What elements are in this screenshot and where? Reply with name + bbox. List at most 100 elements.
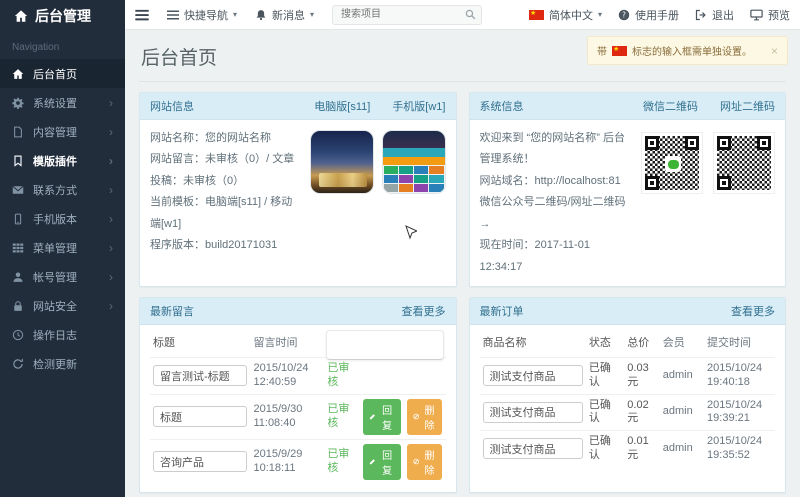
- sidebar-item-label: 后台首页: [33, 66, 77, 82]
- delete-button[interactable]: 删除: [407, 399, 442, 435]
- col-header: 留言时间: [250, 337, 324, 351]
- messages-menu[interactable]: 新消息 ▾: [255, 7, 314, 23]
- site-name-line: 网站名称：您的网站名称: [150, 128, 302, 149]
- sidebar-item-contact[interactable]: 联系方式 ›: [0, 175, 125, 204]
- view-more-link[interactable]: 查看更多: [402, 303, 446, 319]
- brand[interactable]: 后台管理: [0, 0, 125, 32]
- sidebar-item-label: 联系方式: [33, 182, 77, 198]
- message-row: 2015/10/24 12:40:59 已审核: [150, 357, 446, 394]
- question-circle-icon: ?: [618, 9, 630, 21]
- sidebar-item-templates[interactable]: 模版插件 ›: [0, 146, 125, 175]
- sidebar-item-security[interactable]: 网站安全 ›: [0, 291, 125, 320]
- sidebar-item-logs[interactable]: 操作日志: [0, 320, 125, 349]
- sidebar-toggle-icon[interactable]: [135, 9, 149, 21]
- panel-title: 最新订单: [480, 303, 524, 319]
- lock-icon: [12, 300, 24, 312]
- gear-icon: [12, 97, 24, 109]
- caret-down-icon: ▾: [598, 10, 602, 19]
- home-icon: [12, 68, 24, 80]
- order-time: 2015/10/24 19:35:52: [704, 435, 775, 463]
- sidebar-item-update[interactable]: 检测更新: [0, 349, 125, 378]
- order-status: 已确认: [586, 362, 624, 390]
- home-icon: [14, 9, 28, 23]
- alert-text: 标志的输入框需单独设置。: [632, 43, 752, 58]
- panel-title: 系统信息: [480, 98, 524, 114]
- wechat-icon: [665, 156, 681, 172]
- message-status: 已审核: [324, 448, 359, 476]
- table-icon: [12, 242, 24, 254]
- bell-icon: [255, 9, 267, 21]
- order-row: 已确认 0.01 元 admin 2015/10/24 19:35:52: [480, 430, 776, 467]
- sidebar-item-label: 系统设置: [33, 95, 77, 111]
- reply-button[interactable]: 回复: [363, 399, 401, 435]
- pc-theme-link[interactable]: 电脑版[s11]: [314, 98, 370, 114]
- message-title-input[interactable]: [153, 406, 247, 427]
- preview-link[interactable]: 预览: [750, 7, 790, 23]
- quick-nav-menu[interactable]: 快捷导航 ▾: [167, 7, 237, 23]
- user-icon: [12, 271, 24, 283]
- url-qr-link[interactable]: 网址二维码: [720, 98, 775, 114]
- bookmark-icon: [12, 155, 24, 167]
- manual-link[interactable]: ? 使用手册: [618, 7, 679, 23]
- sidebar-item-home[interactable]: 后台首页: [0, 59, 125, 88]
- message-title-input[interactable]: [153, 365, 247, 386]
- col-header: 标题: [150, 337, 250, 351]
- chevron-right-icon: ›: [109, 300, 113, 312]
- reply-button[interactable]: 回复: [363, 444, 401, 480]
- sidebar-item-settings[interactable]: 系统设置 ›: [0, 88, 125, 117]
- order-name-input[interactable]: [483, 365, 583, 386]
- sidebar-item-mobile[interactable]: 手机版本 ›: [0, 204, 125, 233]
- message-time: 2015/9/30 11:08:40: [250, 403, 324, 431]
- mobile-theme-preview[interactable]: [382, 130, 446, 194]
- qr-hint-line: 微信公众号二维码/网址二维码 →: [480, 192, 634, 235]
- panel-latest-orders: 最新订单 查看更多 商品名称 状态 总价 会员 提交时间 已确认 0.03 元 …: [469, 297, 787, 493]
- close-icon[interactable]: ×: [771, 44, 778, 58]
- quick-nav-label: 快捷导航: [184, 7, 228, 23]
- order-price: 0.02 元: [624, 399, 659, 427]
- mouse-cursor: [405, 225, 417, 241]
- pc-theme-preview[interactable]: [310, 130, 374, 194]
- caret-down-icon: ▾: [310, 10, 314, 19]
- logout-link[interactable]: 退出: [695, 7, 734, 23]
- sidebar-item-menu[interactable]: 菜单管理 ›: [0, 233, 125, 262]
- sidebar-item-label: 菜单管理: [33, 240, 77, 256]
- chevron-right-icon: ›: [109, 184, 113, 196]
- message-time: 2015/10/24 12:40:59: [250, 362, 324, 390]
- order-price: 0.03 元: [624, 362, 659, 390]
- logout-icon: [695, 9, 707, 21]
- order-time: 2015/10/24 19:40:18: [704, 362, 775, 390]
- sidebar-item-label: 操作日志: [33, 327, 77, 343]
- url-qr-code: [713, 132, 775, 194]
- main-content: 带 ★ 标志的输入框需单独设置。 × 后台首页 网站信息 电脑版[s11] 手机…: [125, 30, 800, 497]
- chevron-right-icon: ›: [109, 126, 113, 138]
- delete-button[interactable]: 删除: [407, 444, 442, 480]
- view-more-link[interactable]: 查看更多: [731, 303, 775, 319]
- sidebar-item-content[interactable]: 内容管理 ›: [0, 117, 125, 146]
- col-header: 提交时间: [704, 337, 775, 351]
- mobile-icon: [12, 213, 24, 225]
- order-member: admin: [660, 405, 704, 419]
- order-name-input[interactable]: [483, 438, 583, 459]
- order-price: 0.01 元: [624, 435, 659, 463]
- site-version-line: 程序版本：build20171031: [150, 235, 302, 256]
- alert-banner: 带 ★ 标志的输入框需单独设置。 ×: [587, 36, 788, 65]
- panel-latest-messages: 最新留言 查看更多 标题 留言时间 审核 回复 删除 2015/10/24 12…: [139, 297, 457, 493]
- alert-text: 带: [597, 43, 607, 58]
- panel-system-info: 系统信息 微信二维码 网址二维码 欢迎来到 “您的网站名称” 后台管理系统！ 网…: [469, 92, 787, 287]
- search-input[interactable]: [332, 5, 482, 25]
- chevron-right-icon: ›: [109, 271, 113, 283]
- search-icon[interactable]: [465, 9, 476, 20]
- brand-title: 后台管理: [35, 6, 91, 26]
- order-time: 2015/10/24 19:39:21: [704, 399, 775, 427]
- sidebar-item-accounts[interactable]: 帐号管理 ›: [0, 262, 125, 291]
- china-flag-icon: ★: [529, 10, 544, 20]
- mobile-theme-link[interactable]: 手机版[w1]: [392, 98, 445, 114]
- sidebar-item-label: 检测更新: [33, 356, 77, 372]
- order-row: 已确认 0.02 元 admin 2015/10/24 19:39:21: [480, 394, 776, 431]
- order-name-input[interactable]: [483, 402, 583, 423]
- panel-title: 最新留言: [150, 303, 194, 319]
- message-title-input[interactable]: [153, 451, 247, 472]
- sidebar-item-label: 模版插件: [33, 153, 77, 169]
- language-menu[interactable]: ★ 简体中文 ▾: [529, 7, 602, 23]
- wechat-qr-link[interactable]: 微信二维码: [643, 98, 698, 114]
